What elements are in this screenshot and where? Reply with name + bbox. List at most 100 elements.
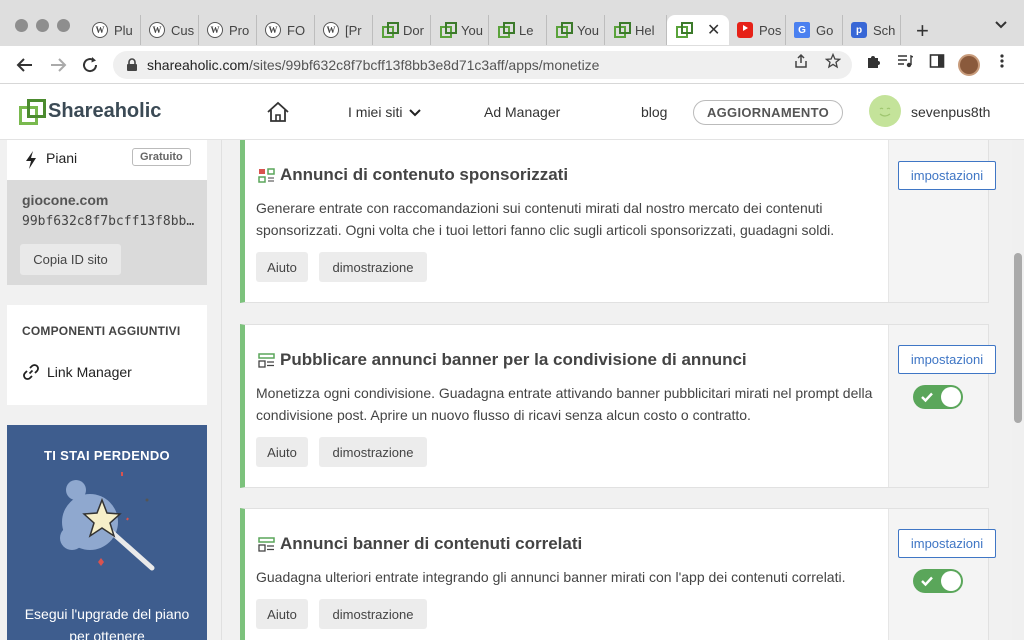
demo-button[interactable]: dimostrazione xyxy=(319,252,427,282)
checkmark-icon xyxy=(921,576,933,587)
address-bar[interactable]: shareaholic.com/sites/99bf632c8f7bcff13f… xyxy=(113,51,852,79)
browser-tab-strip: W Plu W Cus W Pro W FO W [Pr Dor You Le You H… xyxy=(0,0,1024,46)
browser-tab-5[interactable]: W [Pr xyxy=(315,15,373,45)
browser-tab-9[interactable]: You xyxy=(547,15,605,45)
wordpress-icon: W xyxy=(149,22,165,38)
user-avatar[interactable] xyxy=(869,95,901,127)
wordpress-icon: W xyxy=(323,22,339,38)
copy-site-id-button[interactable]: Copia ID sito xyxy=(20,244,121,275)
browser-tab-active[interactable]: ✕ xyxy=(667,15,729,45)
link-chain-icon xyxy=(23,364,39,380)
browser-tab-12[interactable]: Pos xyxy=(729,15,786,45)
browser-tab-14[interactable]: p Sch xyxy=(843,15,901,45)
browser-tab-7[interactable]: You xyxy=(431,15,489,45)
promo-title: TI STAI PERDENDO xyxy=(44,448,170,463)
app-description: Guadagna ulteriori entrate integrando gl… xyxy=(256,569,846,585)
enable-toggle[interactable] xyxy=(913,569,963,593)
addons-panel: COMPONENTI AGGIUNTIVI Link Manager xyxy=(7,305,207,405)
window-zoom-dot[interactable] xyxy=(57,19,70,32)
nav-ad-manager[interactable]: Ad Manager xyxy=(484,104,560,120)
page-scrollbar[interactable] xyxy=(1012,140,1024,640)
plan-row[interactable]: Piani Gratuito xyxy=(7,140,207,180)
site-info-box: giocone.com 99bf632c8f7bcff13f8bb3e8d71c… xyxy=(7,180,207,285)
browser-tab-13[interactable]: G Go xyxy=(786,15,843,45)
wordpress-icon: W xyxy=(207,22,223,38)
settings-button[interactable]: impostazioni xyxy=(898,161,996,190)
upgrade-promo-panel: TI STAI PERDENDO Esegui l'upgrade del pi… xyxy=(7,425,207,640)
help-button[interactable]: Aiuto xyxy=(256,599,308,629)
username[interactable]: sevenpus8th xyxy=(911,104,990,120)
browser-tab-3[interactable]: W Pro xyxy=(199,15,257,45)
browser-tab-6[interactable]: Dor xyxy=(373,15,431,45)
shareaholic-icon xyxy=(381,22,399,38)
addons-title: COMPONENTI AGGIUNTIVI xyxy=(22,324,181,338)
browser-tab-10[interactable]: Hel xyxy=(605,15,667,45)
window-close-dot[interactable] xyxy=(15,19,28,32)
extensions-puzzle-icon[interactable] xyxy=(865,53,881,69)
youtube-icon xyxy=(737,22,753,38)
demo-button[interactable]: dimostrazione xyxy=(319,599,427,629)
checkmark-icon xyxy=(921,392,933,403)
site-domain: giocone.com xyxy=(22,192,109,208)
wordpress-icon: W xyxy=(265,22,281,38)
google-translate-icon: G xyxy=(794,22,810,38)
back-icon[interactable] xyxy=(15,55,35,75)
settings-button[interactable]: impostazioni xyxy=(898,345,996,374)
wordpress-icon: W xyxy=(92,22,108,38)
plan-badge: Gratuito xyxy=(132,148,191,166)
magic-wand-icon xyxy=(60,472,155,571)
home-icon[interactable] xyxy=(266,101,290,123)
new-tab-icon[interactable]: + xyxy=(916,18,929,44)
settings-button[interactable]: impostazioni xyxy=(898,529,996,558)
media-control-icon[interactable] xyxy=(897,53,913,69)
nav-blog[interactable]: blog xyxy=(641,104,667,120)
enable-toggle[interactable] xyxy=(913,385,963,409)
shareaholic-icon xyxy=(439,22,457,38)
upgrade-button[interactable]: AGGIORNAMENTO xyxy=(693,100,843,125)
app-description: Generare entrate con raccomandazioni sui… xyxy=(256,200,835,238)
forward-icon[interactable] xyxy=(48,55,68,75)
scrollbar-thumb[interactable] xyxy=(1014,253,1022,423)
shareaholic-icon xyxy=(675,22,693,38)
browser-tab-1[interactable]: W Plu xyxy=(84,15,141,45)
share-icon[interactable] xyxy=(793,53,809,69)
shareaholic-icon xyxy=(497,22,515,38)
link-manager-link[interactable]: Link Manager xyxy=(21,362,132,382)
shareaholic-icon xyxy=(613,22,631,38)
browser-menu-icon[interactable] xyxy=(994,53,1010,69)
sponsored-content-icon xyxy=(258,167,275,183)
chevron-down-icon xyxy=(409,109,422,117)
window-minimize-dot[interactable] xyxy=(36,19,49,32)
help-button[interactable]: Aiuto xyxy=(256,437,308,467)
side-panel-icon[interactable] xyxy=(929,53,945,69)
plan-label: Piani xyxy=(46,150,78,166)
shareaholic-logo[interactable]: Shareaholic xyxy=(19,99,161,125)
browser-toolbar: shareaholic.com/sites/99bf632c8f7bcff13f… xyxy=(0,46,1024,84)
toggle-knob xyxy=(941,571,961,591)
reload-icon[interactable] xyxy=(80,55,100,75)
shareaholic-logo-icon xyxy=(19,99,46,125)
tab-search-chevron-icon[interactable] xyxy=(994,20,1008,30)
app-description: Monetizza ogni condivisione. Guadagna en… xyxy=(256,385,873,423)
content-divider xyxy=(221,140,222,640)
app-title: Annunci di contenuto sponsorizzati xyxy=(258,165,568,185)
p-icon: p xyxy=(851,22,867,38)
banner-ads-icon xyxy=(258,536,275,552)
toggle-knob xyxy=(941,387,961,407)
nav-my-sites[interactable]: I miei siti xyxy=(348,104,422,120)
close-tab-icon[interactable]: ✕ xyxy=(707,20,720,40)
browser-tab-2[interactable]: W Cus xyxy=(141,15,199,45)
app-title: Pubblicare annunci banner per la condivi… xyxy=(258,350,747,370)
browser-profile-avatar[interactable] xyxy=(958,54,980,76)
smiley-icon xyxy=(879,107,891,117)
help-button[interactable]: Aiuto xyxy=(256,252,308,282)
browser-tab-4[interactable]: W FO xyxy=(257,15,315,45)
site-header: Shareaholic I miei siti Ad Manager blog … xyxy=(0,84,1024,140)
bookmark-star-icon[interactable] xyxy=(825,53,841,69)
shareaholic-icon xyxy=(555,22,573,38)
app-card-related-content-banner-ads: Annunci banner di contenuti correlati Gu… xyxy=(240,508,989,640)
app-title: Annunci banner di contenuti correlati xyxy=(258,534,582,554)
browser-tab-8[interactable]: Le xyxy=(489,15,547,45)
demo-button[interactable]: dimostrazione xyxy=(319,437,427,467)
lock-icon[interactable] xyxy=(125,58,139,72)
